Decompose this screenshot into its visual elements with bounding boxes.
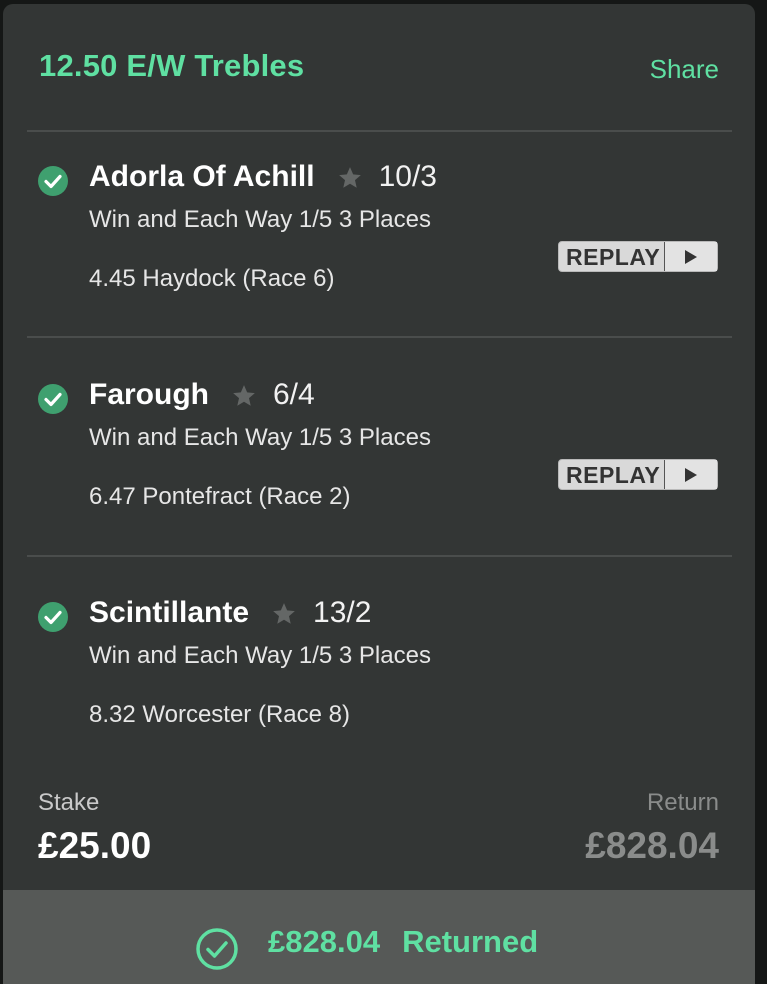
replay-button[interactable]: REPLAY	[558, 241, 718, 272]
return-value: £828.04	[585, 825, 719, 866]
check-circle-icon	[38, 384, 68, 414]
odds: 13/2	[313, 596, 372, 629]
bet-title: 12.50 E/W Trebles	[39, 48, 305, 83]
replay-label: REPLAY	[566, 462, 661, 488]
returned-text: £828.04 Returned	[268, 924, 538, 960]
selection-line: Farough 6/4	[89, 378, 315, 412]
race-text: 4.45 Haydock (Race 6)	[89, 265, 335, 292]
odds: 10/3	[378, 160, 437, 193]
selection-line: Adorla Of Achill 10/3	[89, 160, 437, 194]
check-circle-outline-icon	[196, 928, 238, 970]
stake-label: Stake	[38, 789, 100, 816]
star-icon[interactable]	[271, 601, 297, 627]
returned-banner: £828.04 Returned	[3, 890, 755, 984]
bet-leg: Scintillante 13/2 Win and Each Way 1/5 3 …	[3, 590, 755, 790]
divider	[27, 555, 732, 557]
returned-status: Returned	[402, 924, 539, 959]
market-text: Win and Each Way 1/5 3 Places	[89, 642, 431, 669]
share-link[interactable]: Share	[650, 54, 719, 85]
odds: 6/4	[273, 378, 315, 411]
divider	[27, 130, 732, 132]
bet-card: 12.50 E/W Trebles Share Adorla Of Achill…	[3, 4, 755, 984]
market-text: Win and Each Way 1/5 3 Places	[89, 424, 431, 451]
replay-button[interactable]: REPLAY	[558, 459, 718, 490]
star-icon[interactable]	[231, 383, 257, 409]
return-label: Return	[646, 789, 719, 816]
stake-value: £25.00	[38, 825, 152, 866]
race-text: 8.32 Worcester (Race 8)	[89, 701, 350, 728]
replay-label: REPLAY	[566, 244, 661, 270]
check-circle-icon	[38, 602, 68, 632]
selection-name: Farough	[89, 378, 209, 411]
returned-amount: £828.04	[268, 924, 381, 959]
bet-leg: Farough 6/4 Win and Each Way 1/5 3 Places…	[3, 372, 755, 572]
market-text: Win and Each Way 1/5 3 Places	[89, 206, 431, 233]
play-icon	[664, 242, 717, 271]
bet-leg: Adorla Of Achill 10/3 Win and Each Way 1/…	[3, 154, 755, 354]
race-text: 6.47 Pontefract (Race 2)	[89, 483, 351, 510]
check-circle-icon	[38, 166, 68, 196]
play-icon	[664, 460, 717, 489]
divider	[27, 336, 732, 338]
star-icon[interactable]	[337, 165, 363, 191]
selection-name: Adorla Of Achill	[89, 160, 315, 193]
selection-name: Scintillante	[89, 596, 250, 629]
selection-line: Scintillante 13/2	[89, 596, 371, 630]
